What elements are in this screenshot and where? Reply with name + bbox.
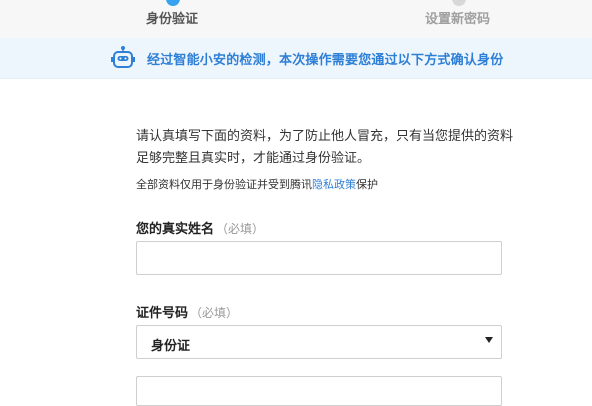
step-indicator-next (452, 0, 466, 6)
privacy-prefix: 全部资料仅用于身份验证并受到腾讯 (136, 178, 312, 191)
privacy-policy-link[interactable]: 隐私政策 (312, 178, 356, 191)
id-number-input[interactable] (136, 376, 502, 406)
id-number-label: 证件号码 （必填） (136, 302, 238, 321)
real-name-label: 您的真实姓名 （必填） (136, 218, 264, 237)
intro-text: 请认真填写下面的资料，为了防止他人冒充，只有当您提供的资料足够完整且真实时，才能… (136, 129, 514, 166)
required-hint: （必填） (190, 306, 239, 320)
privacy-suffix: 保护 (356, 178, 378, 191)
privacy-note: 全部资料仅用于身份验证并受到腾讯隐私政策保护 (136, 176, 378, 192)
notice-text: 经过智能小安的检测，本次操作需要您通过以下方式确认身份 (147, 53, 504, 68)
step-label-identity: 身份验证 (146, 12, 199, 27)
step-progress-bar: 身份验证 设置新密码 (0, 0, 592, 39)
real-name-label-text: 您的真实姓名 (136, 222, 215, 237)
id-type-select[interactable]: 身份证 (136, 325, 502, 359)
required-hint: （必填） (216, 222, 265, 236)
step-indicator-current (166, 0, 180, 6)
security-notice-banner: 经过智能小安的检测，本次操作需要您通过以下方式确认身份 (0, 38, 592, 79)
real-name-input[interactable] (136, 241, 502, 275)
id-type-selected-value: 身份证 (151, 339, 191, 354)
step-label-new-password: 设置新密码 (425, 12, 491, 27)
robot-icon (111, 46, 135, 68)
caret-down-icon (485, 337, 493, 343)
id-number-label-text: 证件号码 (136, 306, 189, 321)
